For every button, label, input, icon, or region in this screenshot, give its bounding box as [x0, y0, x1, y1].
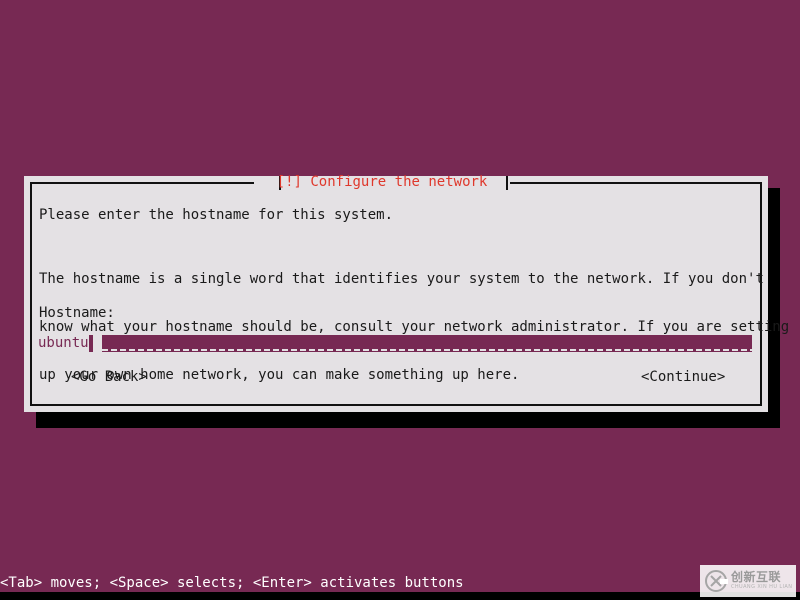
circle-x-logo-icon	[704, 569, 728, 593]
bottom-black-strip	[0, 592, 800, 600]
body-line-2: know what your hostname should be, consu…	[39, 319, 790, 335]
hostname-label: Hostname:	[39, 305, 115, 321]
installer-screen: [!] Configure the network Please enter t…	[0, 0, 800, 600]
hostname-input-value: ubuntu	[38, 335, 89, 352]
watermark: 创新互联 CHUANG XIN HU LIAN	[700, 565, 796, 597]
dialog-title: [!] Configure the network	[276, 174, 488, 190]
go-back-button[interactable]: <Go Back>	[71, 369, 147, 386]
watermark-text: 创新互联 CHUANG XIN HU LIAN	[731, 571, 792, 591]
continue-button[interactable]: <Continue>	[641, 369, 725, 386]
hostname-input[interactable]: ubuntu	[38, 335, 752, 352]
hostname-input-cursor	[93, 335, 102, 352]
body-line-1: The hostname is a single word that ident…	[39, 271, 764, 287]
hostname-input-fill-dashes	[102, 349, 752, 351]
intro-paragraph: Please enter the hostname for this syste…	[39, 207, 394, 223]
keyboard-hint-statusbar: <Tab> moves; <Space> selects; <Enter> ac…	[0, 575, 464, 591]
watermark-pinyin: CHUANG XIN HU LIAN	[731, 584, 793, 590]
watermark-chinese: 创新互联	[731, 570, 782, 584]
